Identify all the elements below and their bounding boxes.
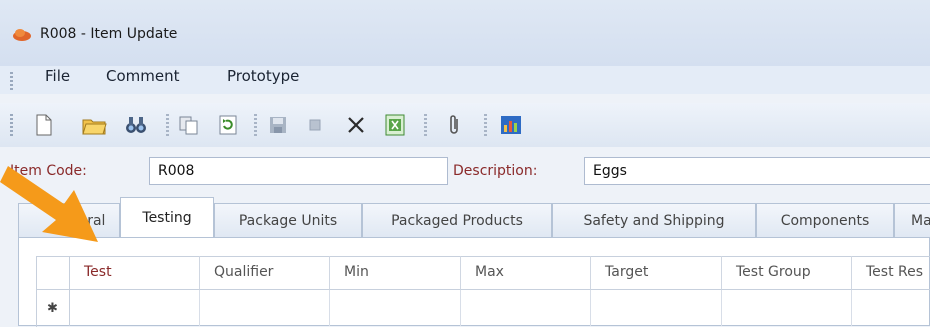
menu-comment[interactable]: Comment xyxy=(106,67,180,85)
window-title: R008 - Item Update xyxy=(40,26,178,42)
grid-cell-test-group[interactable] xyxy=(722,290,852,326)
column-header-qualifier[interactable]: Qualifier xyxy=(200,256,330,290)
orange-pointer-arrow-icon xyxy=(0,166,98,242)
new-row-indicator: ✱ xyxy=(36,290,70,326)
grid-cell-target[interactable] xyxy=(591,290,722,326)
refresh-icon[interactable] xyxy=(215,112,241,138)
open-folder-icon[interactable] xyxy=(82,112,108,138)
toolbar-separator xyxy=(254,114,257,136)
column-header-target[interactable]: Target xyxy=(591,256,722,290)
column-header-min[interactable]: Min xyxy=(330,256,461,290)
grid-cell-test[interactable] xyxy=(70,290,200,326)
toolbar-separator xyxy=(484,114,487,136)
menu-grip-handle[interactable] xyxy=(10,72,13,90)
toolbar-grip-handle[interactable] xyxy=(10,114,13,136)
item-code-field[interactable]: R008 xyxy=(149,157,448,185)
tab-components[interactable]: Components xyxy=(756,203,894,237)
menu-file[interactable]: File xyxy=(45,67,70,85)
tab-packaged-products[interactable]: Packaged Products xyxy=(362,203,552,237)
column-header-test-group[interactable]: Test Group xyxy=(722,256,852,290)
attach-paperclip-icon[interactable] xyxy=(442,112,468,138)
column-header-test-result[interactable]: Test Res xyxy=(852,256,930,290)
grid-cell-min[interactable] xyxy=(330,290,461,326)
tab-safety-and-shipping[interactable]: Safety and Shipping xyxy=(552,203,756,237)
stop-icon[interactable] xyxy=(302,112,328,138)
new-icon[interactable] xyxy=(31,112,57,138)
description-label: Description: xyxy=(453,163,538,179)
tab-package-units[interactable]: Package Units xyxy=(214,203,362,237)
tab-ma[interactable]: Ma xyxy=(894,203,930,237)
chart-icon[interactable] xyxy=(498,112,524,138)
delete-x-icon[interactable] xyxy=(343,112,369,138)
grid-cell-test-result[interactable] xyxy=(852,290,930,326)
excel-export-icon[interactable] xyxy=(383,112,409,138)
binoculars-find-icon[interactable] xyxy=(123,112,149,138)
grid-corner-header xyxy=(36,256,70,290)
toolbar-separator xyxy=(166,114,169,136)
copy-icon[interactable] xyxy=(176,112,202,138)
app-cloud-icon xyxy=(13,29,31,41)
menu-prototype[interactable]: Prototype xyxy=(227,67,299,85)
tab-testing[interactable]: Testing xyxy=(120,197,214,238)
grid-cell-qualifier[interactable] xyxy=(200,290,330,326)
column-header-test[interactable]: Test xyxy=(70,256,200,290)
toolbar-separator xyxy=(424,114,427,136)
description-field[interactable]: Eggs xyxy=(584,157,930,185)
save-icon[interactable] xyxy=(265,112,291,138)
grid-cell-max[interactable] xyxy=(461,290,591,326)
column-header-max[interactable]: Max xyxy=(461,256,591,290)
